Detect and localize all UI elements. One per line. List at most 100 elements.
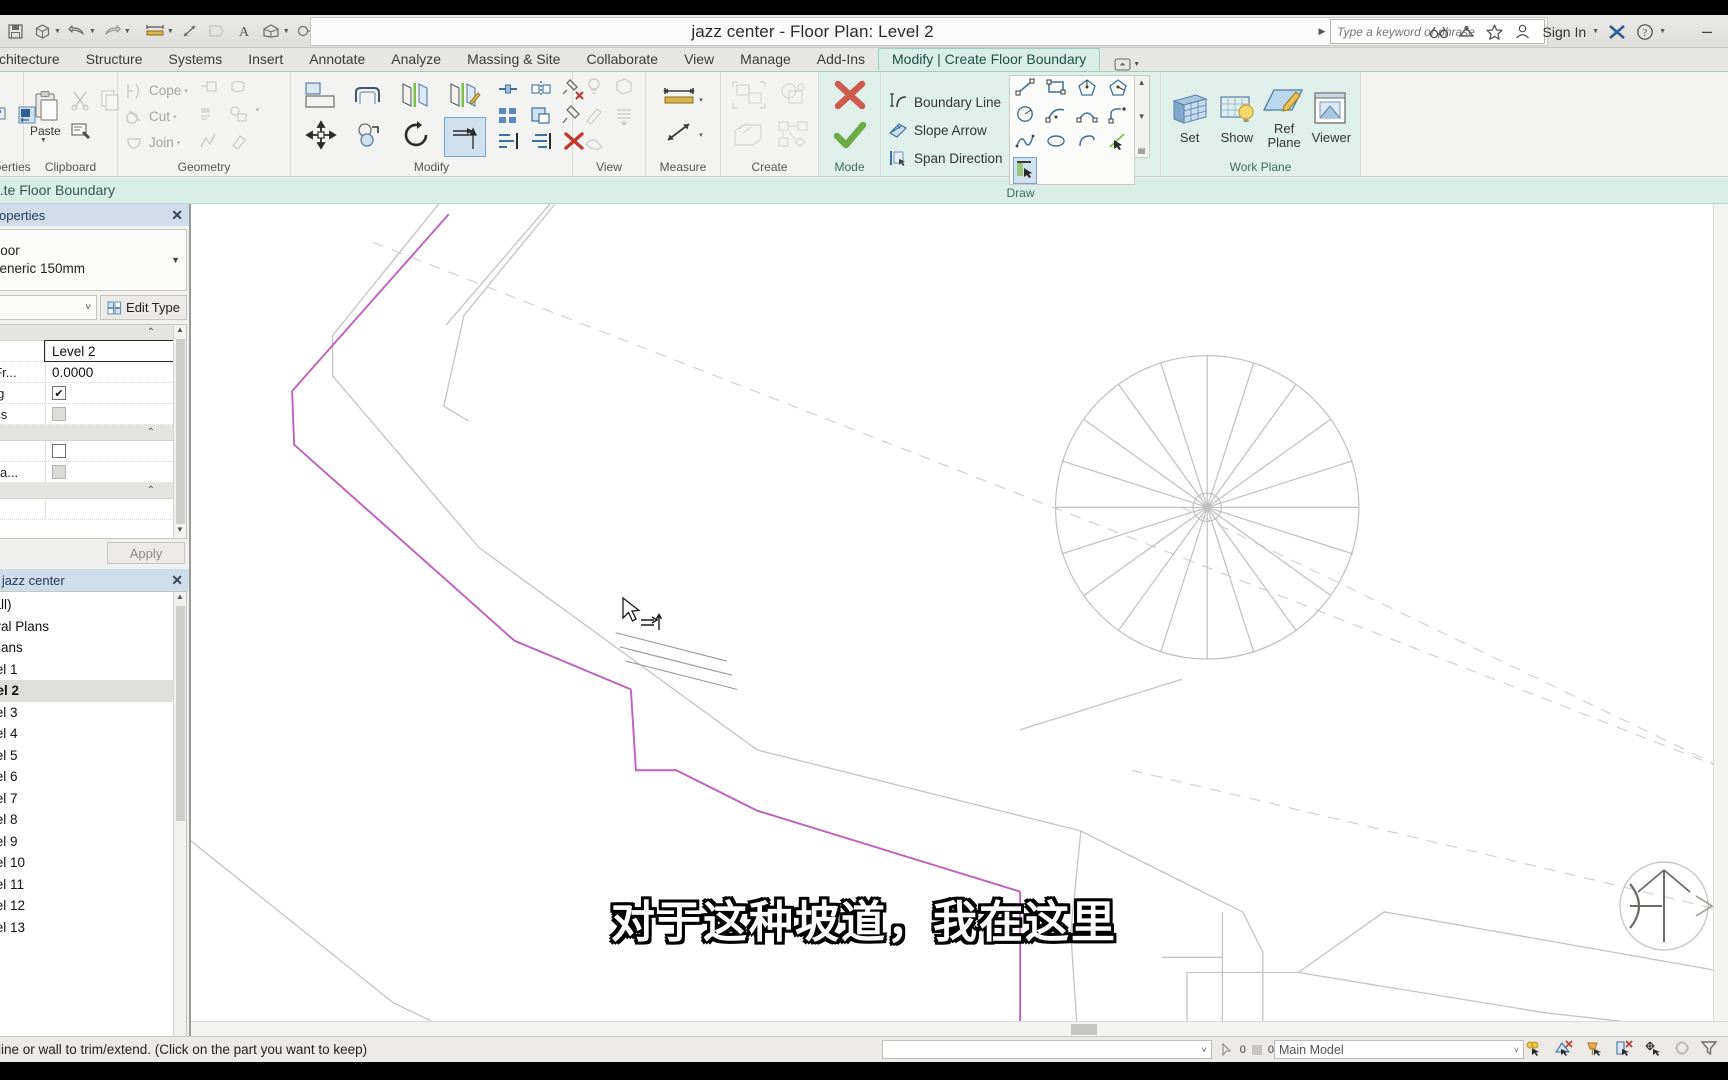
room-bounding-checkbox[interactable]: ✔ bbox=[52, 386, 66, 400]
type-selector[interactable]: Floor Generic 150mm ▼ bbox=[0, 229, 187, 291]
properties-scrollbar[interactable]: ▲ ▼ bbox=[173, 325, 186, 538]
help-dropdown-caret[interactable]: ▼ bbox=[1659, 28, 1666, 35]
copy-modify-icon[interactable] bbox=[353, 120, 385, 155]
geometry-more-caret[interactable]: ▾ bbox=[256, 106, 260, 114]
sign-in-button[interactable]: Sign In bbox=[1539, 24, 1591, 40]
draw-ellipse-icon[interactable] bbox=[1045, 131, 1067, 156]
finish-floor-button[interactable] bbox=[832, 120, 868, 155]
boundary-line-button[interactable]: Boundary Line bbox=[887, 89, 1003, 115]
undo-dropdown-caret[interactable]: ▼ bbox=[89, 28, 96, 35]
tab-modify-create-floor-boundary[interactable]: Modify | Create Floor Boundary bbox=[878, 48, 1101, 71]
trim-extend-multiple-icon[interactable] bbox=[496, 79, 520, 104]
paste-dropdown-caret[interactable]: ▼ bbox=[40, 137, 47, 144]
ref-plane-button[interactable]: Ref Plane bbox=[1262, 84, 1307, 150]
default-3d-dropdown-caret[interactable]: ▼ bbox=[283, 28, 290, 35]
join-button[interactable]: Join ▾ bbox=[124, 130, 190, 156]
help-icon[interactable]: ? bbox=[1633, 20, 1657, 44]
wall-joins-icon[interactable] bbox=[198, 130, 219, 156]
property-row-blank[interactable] bbox=[0, 499, 173, 520]
redo-dropdown-caret[interactable]: ▼ bbox=[124, 28, 131, 35]
design-option-combo[interactable]: Main Model ˅ bbox=[1274, 1040, 1524, 1059]
measure-icon[interactable] bbox=[177, 18, 203, 44]
show-work-plane-button[interactable]: Show bbox=[1214, 89, 1259, 145]
select-by-face-icon[interactable] bbox=[1614, 1040, 1634, 1059]
3d-view-dropdown-caret[interactable]: ▼ bbox=[54, 28, 61, 35]
minimize-button[interactable]: – bbox=[1692, 21, 1722, 42]
project-browser-item[interactable]: vel 7 bbox=[0, 788, 173, 810]
match-type-properties-icon[interactable] bbox=[69, 119, 91, 146]
draw-rectangle-icon[interactable] bbox=[1045, 77, 1067, 102]
edit-type-button[interactable]: Edit Type bbox=[100, 295, 187, 320]
property-row-room-bounding[interactable]: ing ✔ bbox=[0, 383, 173, 404]
chevron-down-icon[interactable]: ▼ bbox=[171, 255, 180, 265]
select-underlay-icon[interactable] bbox=[1554, 1040, 1574, 1059]
properties-palette-icon[interactable] bbox=[0, 103, 9, 132]
property-value-level[interactable]: Level 2 bbox=[44, 340, 174, 362]
draw-inscribed-polygon-icon[interactable] bbox=[1076, 77, 1098, 102]
default-3d-house-icon[interactable] bbox=[258, 18, 284, 44]
slope-arrow-button[interactable]: Slope Arrow bbox=[887, 117, 1003, 143]
split-face-icon[interactable] bbox=[198, 104, 219, 130]
scale-icon[interactable] bbox=[529, 105, 553, 130]
measure-between-references-icon[interactable] bbox=[661, 84, 697, 115]
hidden-lines-icon[interactable] bbox=[613, 104, 635, 131]
property-row-structural-mass[interactable]: ass bbox=[0, 404, 173, 425]
scrollbar-thumb[interactable] bbox=[1071, 1024, 1097, 1035]
tab-structure[interactable]: Structure bbox=[73, 49, 156, 71]
span-direction-button[interactable]: Span Direction bbox=[887, 145, 1003, 171]
apply-button[interactable]: Apply bbox=[107, 542, 185, 564]
draw-tangent-end-arc-icon[interactable] bbox=[1107, 104, 1129, 129]
project-browser-item[interactable]: ural Plans bbox=[0, 616, 173, 638]
save-icon[interactable] bbox=[2, 18, 28, 44]
tab-architecture[interactable]: Architecture bbox=[0, 49, 73, 71]
select-links-icon[interactable] bbox=[1524, 1040, 1544, 1059]
cut-button[interactable]: Cut ▾ bbox=[124, 104, 190, 130]
undo-icon[interactable] bbox=[64, 18, 90, 44]
gallery-expand-icon[interactable]: ▤ bbox=[1138, 146, 1146, 155]
cancel-floor-button[interactable] bbox=[832, 80, 868, 115]
project-browser-scrollbar[interactable]: ▲ bbox=[173, 592, 186, 1059]
paint-bucket-icon[interactable] bbox=[228, 130, 249, 156]
3d-view-icon[interactable] bbox=[29, 18, 55, 44]
measure-along-dropdown-caret[interactable]: ▾ bbox=[699, 131, 703, 139]
pick-lines-icon[interactable] bbox=[1107, 131, 1129, 156]
array-icon[interactable] bbox=[496, 105, 520, 130]
property-group-header-structural[interactable]: ⌃ bbox=[0, 425, 173, 441]
project-browser-item[interactable]: Plans bbox=[0, 637, 173, 659]
project-browser-item[interactable]: vel 9 bbox=[0, 831, 173, 853]
dimension-dropdown-caret[interactable]: ▼ bbox=[167, 28, 174, 35]
view-hidden-icon[interactable] bbox=[583, 132, 605, 159]
cope-dropdown-caret[interactable]: ▾ bbox=[184, 87, 188, 95]
drag-element-icon[interactable] bbox=[1644, 1040, 1664, 1059]
redo-icon[interactable] bbox=[99, 18, 125, 44]
draw-line-icon[interactable] bbox=[1014, 77, 1036, 102]
tab-view[interactable]: View bbox=[671, 49, 727, 71]
autodesk-cloud-icon[interactable] bbox=[1455, 20, 1479, 44]
paint-icon[interactable] bbox=[228, 78, 249, 104]
project-browser-item[interactable]: vel 8 bbox=[0, 809, 173, 831]
project-browser-item[interactable]: vel 2 bbox=[0, 680, 173, 702]
align-right-icon[interactable] bbox=[529, 131, 553, 156]
create-similar-icon[interactable] bbox=[730, 79, 768, 116]
join-dropdown-caret[interactable]: ▾ bbox=[177, 139, 181, 147]
move-icon[interactable] bbox=[305, 119, 337, 155]
structural-checkbox[interactable] bbox=[52, 444, 66, 458]
exchange-apps-icon[interactable] bbox=[1605, 20, 1629, 44]
scroll-up-icon[interactable]: ▲ bbox=[176, 592, 184, 605]
property-row-analytical[interactable]: tica... bbox=[0, 462, 173, 483]
scroll-up-icon[interactable]: ▲ bbox=[176, 325, 184, 338]
split-icon[interactable] bbox=[529, 79, 553, 104]
create-assembly-icon[interactable] bbox=[774, 119, 812, 156]
draw-circle-icon[interactable] bbox=[1014, 104, 1036, 129]
filter-icon[interactable] bbox=[1700, 1040, 1718, 1059]
close-icon[interactable]: ✕ bbox=[171, 572, 183, 589]
align-icon[interactable] bbox=[304, 80, 338, 115]
aligned-dimension-icon[interactable] bbox=[142, 18, 168, 44]
project-browser-item[interactable]: vel 1 bbox=[0, 659, 173, 681]
select-pinned-icon[interactable] bbox=[1584, 1040, 1604, 1059]
tag-icon[interactable] bbox=[204, 18, 230, 44]
create-group-icon[interactable] bbox=[774, 79, 812, 116]
scroll-down-icon[interactable]: ▼ bbox=[176, 525, 184, 538]
property-row-structural[interactable] bbox=[0, 441, 173, 462]
rotate-icon[interactable] bbox=[401, 120, 433, 155]
